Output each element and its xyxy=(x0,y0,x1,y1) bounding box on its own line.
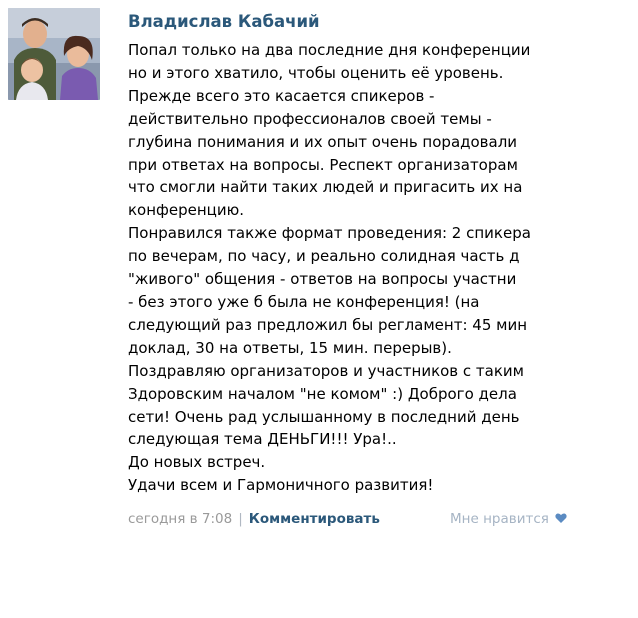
post-text-line: Прежде всего это касается спикеров - xyxy=(128,86,435,105)
post-text-line: "живого" общения - ответов на вопросы уч… xyxy=(128,270,517,289)
post-text-line: сети! Очень рад услышанному в последний … xyxy=(128,407,520,426)
avatar[interactable] xyxy=(8,8,100,100)
post-date[interactable]: сегодня в 7:08 xyxy=(128,511,232,527)
post-text-line: действительно профессионалов своей темы … xyxy=(128,109,492,128)
author-name-link[interactable]: Владислав Кабачий xyxy=(128,10,588,34)
heart-icon xyxy=(555,513,567,524)
like-label: Мне нравится xyxy=(450,511,549,528)
like-button[interactable]: Мне нравится xyxy=(450,510,567,528)
post-text-line: конференцию. xyxy=(128,201,245,220)
post-text-line: но и этого хватило, чтобы оценить её уро… xyxy=(128,63,504,82)
family-photo-avatar-icon xyxy=(8,8,100,100)
post-text-line: - без этого уже б была не конференция! (… xyxy=(128,292,480,311)
post-text-line: следующий раз предложил бы регламент: 45… xyxy=(128,315,528,334)
post-text-line: глубина понимания и их опыт очень порадо… xyxy=(128,132,518,151)
meta-separator: | xyxy=(238,511,243,528)
post-text-line: при ответах на вопросы. Респект организа… xyxy=(128,155,518,174)
post-text-line: Здоровским началом "не комом" :) Доброго… xyxy=(128,384,517,403)
post-text-line: До новых встреч. xyxy=(128,453,266,472)
post-text-line: что смогли найти таких людей и пригасить… xyxy=(128,178,523,197)
post-meta: сегодня в 7:08 | Комментировать Мне нравит… xyxy=(128,510,588,530)
post-text-line: по вечерам, по часу, и реально солидная … xyxy=(128,247,520,266)
wall-post: Владислав Кабачий Попал только на два по… xyxy=(8,8,588,608)
post-text: Попал только на два последние дня конфер… xyxy=(128,39,588,497)
post-content: Владислав Кабачий Попал только на два по… xyxy=(128,8,588,530)
post-text-line: Попал только на два последние дня конфер… xyxy=(128,41,531,59)
post-text-line: Удачи всем и Гармоничного развития! xyxy=(128,476,434,495)
post-text-line: Поздравляю организаторов и участников с … xyxy=(128,361,524,380)
post-text-line: следующая тема ДЕНЬГИ!!! Ура!.. xyxy=(128,430,397,449)
post-text-line: Понравился также формат проведения: 2 сп… xyxy=(128,224,531,243)
comment-link[interactable]: Комментировать xyxy=(249,511,380,527)
post-text-line: доклад, 30 на ответы, 15 мин. перерыв). xyxy=(128,338,452,357)
